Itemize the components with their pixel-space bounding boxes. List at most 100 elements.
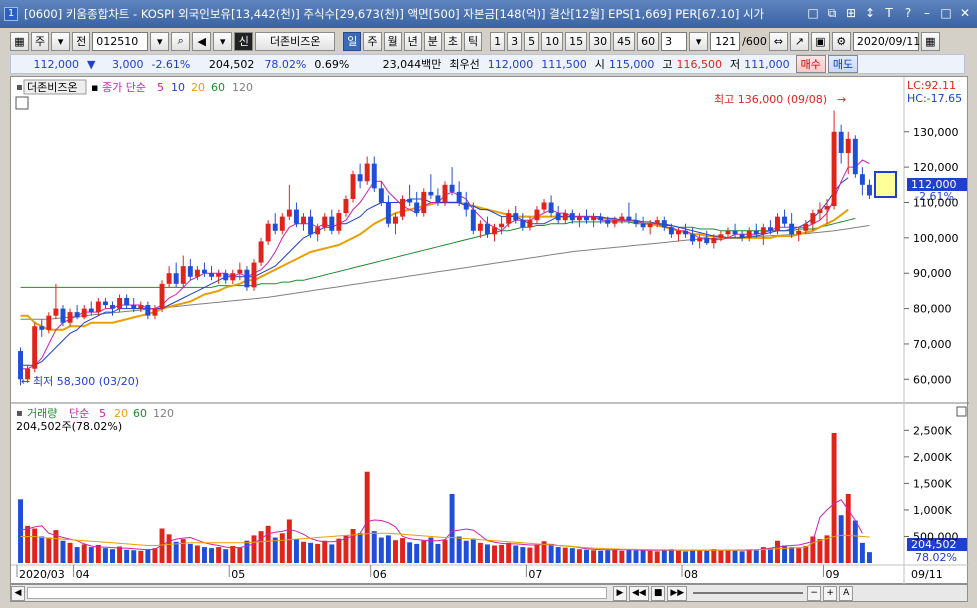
- volume-bar[interactable]: [131, 550, 137, 563]
- layout-icon[interactable]: ⊞: [843, 5, 859, 21]
- candle-body[interactable]: [739, 234, 745, 238]
- candle-body[interactable]: [32, 326, 38, 369]
- panel-collapse-icon[interactable]: [956, 406, 967, 417]
- candle-body[interactable]: [859, 174, 865, 185]
- volume-bar[interactable]: [675, 550, 681, 563]
- volume-bar[interactable]: [81, 544, 87, 563]
- volume-bar[interactable]: [39, 536, 45, 563]
- candle-body[interactable]: [661, 220, 667, 228]
- code-dropdown-icon[interactable]: ▾: [150, 31, 170, 51]
- volume-bar[interactable]: [124, 549, 130, 563]
- rewind-icon[interactable]: ◀◀: [629, 585, 649, 601]
- candle-body[interactable]: [789, 223, 795, 235]
- volume-bar[interactable]: [831, 432, 837, 563]
- volume-bar[interactable]: [718, 550, 724, 563]
- candle-body[interactable]: [350, 174, 356, 199]
- volume-bar[interactable]: [230, 546, 236, 563]
- volume-bar[interactable]: [286, 519, 292, 563]
- volume-bar[interactable]: [244, 540, 250, 563]
- candle-body[interactable]: [60, 308, 66, 323]
- candle-body[interactable]: [46, 315, 52, 330]
- stock-code-input[interactable]: 012510: [92, 31, 149, 51]
- volume-bar[interactable]: [548, 543, 554, 563]
- table-view-icon[interactable]: [15, 96, 29, 110]
- maximize-icon[interactable]: □: [938, 5, 954, 21]
- period-year[interactable]: 년: [403, 31, 422, 51]
- volume-bar[interactable]: [201, 547, 207, 563]
- volume-bar[interactable]: [506, 542, 512, 563]
- interval-dropdown-icon[interactable]: ▾: [689, 31, 709, 51]
- candle-body[interactable]: [315, 227, 321, 235]
- volume-bar[interactable]: [704, 550, 710, 563]
- volume-bar[interactable]: [279, 533, 285, 563]
- candle-body[interactable]: [329, 216, 335, 231]
- candle-body[interactable]: [95, 301, 101, 313]
- volume-bar[interactable]: [414, 543, 420, 563]
- volume-bar[interactable]: [513, 545, 519, 563]
- candle-body[interactable]: [598, 216, 604, 221]
- volume-bar[interactable]: [562, 547, 568, 563]
- volume-bar[interactable]: [336, 538, 342, 563]
- candle-body[interactable]: [591, 216, 597, 221]
- volume-bar[interactable]: [421, 540, 427, 563]
- volume-bar[interactable]: [775, 540, 780, 563]
- prev-button[interactable]: 전: [72, 31, 91, 51]
- volume-bar[interactable]: [173, 541, 179, 563]
- candle-body[interactable]: [753, 230, 759, 235]
- candle-body[interactable]: [612, 220, 618, 224]
- candle-body[interactable]: [308, 216, 314, 235]
- volume-bar[interactable]: [484, 544, 490, 563]
- candle-body[interactable]: [251, 262, 257, 288]
- zoom-slider[interactable]: [693, 592, 804, 594]
- volume-bar[interactable]: [357, 533, 363, 563]
- current-candle-marker[interactable]: [874, 171, 897, 198]
- candle-body[interactable]: [131, 305, 137, 309]
- volume-bar[interactable]: [527, 547, 533, 563]
- buy-button[interactable]: 매수: [795, 55, 826, 73]
- volume-bar[interactable]: [322, 540, 328, 563]
- candle-body[interactable]: [442, 184, 448, 203]
- candle-body[interactable]: [782, 216, 788, 224]
- candle-body[interactable]: [817, 209, 823, 214]
- volume-bar[interactable]: [194, 545, 200, 563]
- volume-bar[interactable]: [25, 525, 31, 563]
- link-icon[interactable]: □: [805, 5, 821, 21]
- date-input[interactable]: 2020/09/11: [852, 31, 920, 51]
- candle-body[interactable]: [633, 220, 639, 224]
- volume-bar[interactable]: [315, 543, 321, 563]
- volume-bar[interactable]: [767, 548, 773, 563]
- candle-body[interactable]: [619, 216, 625, 221]
- candle-body[interactable]: [845, 138, 851, 153]
- volume-bar[interactable]: [102, 548, 108, 563]
- volume-bar[interactable]: [32, 528, 38, 564]
- interval-input[interactable]: 3: [661, 31, 688, 51]
- volume-bar[interactable]: [838, 515, 844, 563]
- candle-body[interactable]: [484, 223, 490, 235]
- volume-bar[interactable]: [463, 540, 469, 563]
- menu-dropdown-icon[interactable]: ▾: [213, 31, 233, 51]
- interval-5[interactable]: 5: [524, 31, 540, 51]
- candle-body[interactable]: [166, 273, 172, 284]
- candle-body[interactable]: [534, 209, 540, 221]
- candle-body[interactable]: [187, 266, 193, 277]
- candle-body[interactable]: [576, 216, 582, 221]
- candle-body[interactable]: [67, 312, 73, 323]
- volume-bar[interactable]: [534, 544, 540, 563]
- candle-body[interactable]: [810, 213, 816, 224]
- volume-bar[interactable]: [371, 531, 377, 563]
- candle-body[interactable]: [767, 227, 773, 231]
- volume-bar[interactable]: [591, 550, 597, 563]
- candle-body[interactable]: [159, 283, 165, 309]
- candle-body[interactable]: [852, 138, 858, 175]
- candle-body[interactable]: [194, 269, 200, 277]
- candle-body[interactable]: [477, 223, 483, 231]
- zoom-out-icon[interactable]: −: [807, 585, 822, 601]
- candle-body[interactable]: [760, 227, 766, 235]
- candle-body[interactable]: [513, 213, 519, 221]
- candle-body[interactable]: [683, 230, 689, 235]
- candle-body[interactable]: [499, 223, 505, 228]
- candle-body[interactable]: [378, 188, 384, 203]
- candle-body[interactable]: [541, 202, 547, 210]
- period-day[interactable]: 일: [343, 31, 362, 51]
- candle-body[interactable]: [746, 230, 752, 238]
